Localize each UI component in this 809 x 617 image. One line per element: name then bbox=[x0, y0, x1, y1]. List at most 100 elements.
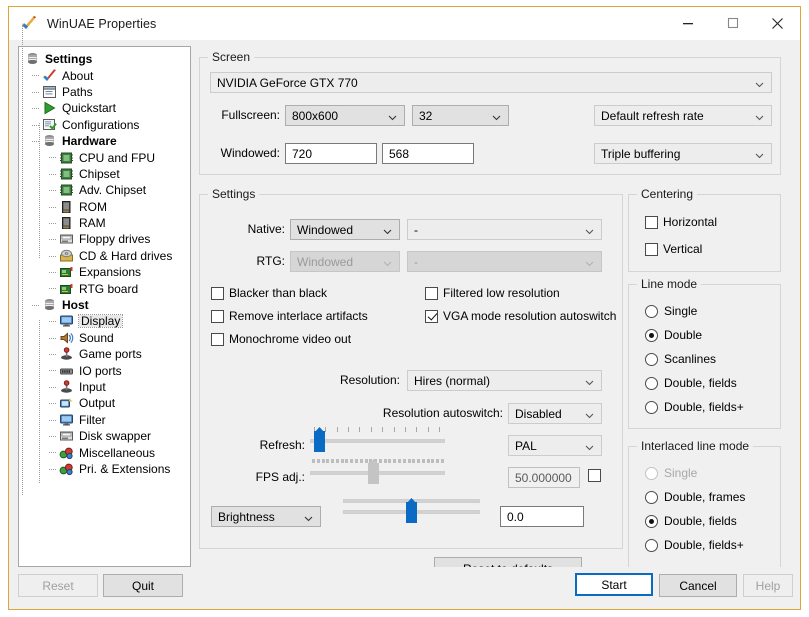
sidebar-item-game-ports[interactable]: Game ports bbox=[19, 346, 190, 362]
brightness-slider[interactable] bbox=[343, 498, 480, 526]
about-icon bbox=[42, 68, 57, 83]
refresh-rate-combo[interactable]: Default refresh rate bbox=[594, 105, 772, 126]
help-button[interactable]: Help bbox=[743, 574, 793, 597]
sidebar-item-display[interactable]: Display bbox=[19, 313, 190, 329]
windowed-width-input[interactable]: 720 bbox=[285, 143, 377, 164]
sidebar-item-ram[interactable]: RAM bbox=[19, 215, 190, 231]
radio-interlaced-double-frames[interactable]: Double, frames bbox=[645, 490, 745, 504]
sidebar-item-about[interactable]: About bbox=[19, 67, 190, 83]
pri-extensions-icon bbox=[59, 462, 74, 476]
brightness-control-combo[interactable]: Brightness bbox=[211, 506, 321, 527]
slider-thumb[interactable] bbox=[406, 502, 417, 523]
chevron-down-icon bbox=[383, 257, 392, 267]
quit-button[interactable]: Quit bbox=[103, 574, 183, 597]
slider-thumb[interactable] bbox=[368, 463, 379, 484]
input-icon bbox=[59, 380, 74, 394]
radio-label: Double, fields bbox=[664, 376, 737, 390]
buffering-combo[interactable]: Triple buffering bbox=[594, 143, 772, 164]
sidebar-item-rom[interactable]: ROM bbox=[19, 199, 190, 215]
reset-button[interactable]: Reset bbox=[18, 574, 98, 597]
sidebar-item-label: CD & Hard drives bbox=[79, 248, 173, 263]
fullscreen-depth-combo[interactable]: 32 bbox=[412, 105, 509, 126]
sidebar-item-label: Filter bbox=[79, 412, 106, 427]
sidebar-item-quickstart[interactable]: Quickstart bbox=[19, 100, 190, 116]
chevron-down-icon bbox=[585, 441, 594, 451]
native-mode-combo[interactable]: Windowed bbox=[290, 219, 400, 240]
windowed-height-input[interactable]: 568 bbox=[382, 143, 474, 164]
brightness-control-value: Brightness bbox=[218, 509, 275, 524]
radio-line-mode-single[interactable]: Single bbox=[645, 304, 697, 318]
fullscreen-resolution-combo[interactable]: 800x600 bbox=[285, 105, 405, 126]
native-extra-combo[interactable]: - bbox=[407, 219, 602, 240]
resolution-combo[interactable]: Hires (normal) bbox=[407, 370, 602, 391]
checkbox-filtered-low-resolution[interactable]: Filtered low resolution bbox=[425, 286, 560, 300]
sidebar-item-io-ports[interactable]: IO ports bbox=[19, 362, 190, 378]
hardware-icon bbox=[42, 134, 57, 148]
sidebar-item-hardware[interactable]: Hardware bbox=[19, 133, 190, 149]
checkbox-monochrome-video-out[interactable]: Monochrome video out bbox=[211, 332, 351, 346]
sidebar-item-miscellaneous[interactable]: Miscellaneous bbox=[19, 444, 190, 460]
configurations-icon bbox=[42, 118, 57, 132]
start-label: Start bbox=[601, 577, 627, 592]
start-button[interactable]: Start bbox=[575, 573, 653, 596]
sidebar-item-disk-swapper[interactable]: Disk swapper bbox=[19, 428, 190, 444]
radio-line-mode-double-fields-plus[interactable]: Double, fields+ bbox=[645, 400, 744, 414]
chevron-down-icon bbox=[388, 111, 397, 121]
rtg-label: RTG: bbox=[256, 254, 285, 268]
settings-tree[interactable]: Settings About Paths Quickstart Configuratio… bbox=[18, 25, 191, 567]
checkbox-blacker-than-black[interactable]: Blacker than black bbox=[211, 286, 327, 300]
checkbox-centering-vertical[interactable]: Vertical bbox=[645, 242, 702, 256]
resolution-autoswitch-combo[interactable]: Disabled bbox=[508, 403, 602, 424]
sidebar-item-output[interactable]: Output bbox=[19, 395, 190, 411]
rtg-extra-combo[interactable]: - bbox=[407, 251, 602, 272]
checkbox-remove-interlace-artifacts[interactable]: Remove interlace artifacts bbox=[211, 309, 368, 323]
checkbox-fps-adj-enable[interactable] bbox=[588, 469, 606, 482]
tree-guide bbox=[49, 452, 56, 454]
cancel-button[interactable]: Cancel bbox=[659, 574, 737, 597]
sidebar-item-adv-chipset[interactable]: Adv. Chipset bbox=[19, 182, 190, 198]
radio-interlaced-double-fields-plus[interactable]: Double, fields+ bbox=[645, 538, 744, 552]
refresh-slider[interactable] bbox=[310, 427, 445, 455]
checkbox-vga-mode-resolution-autoswitch[interactable]: VGA mode resolution autoswitch bbox=[425, 309, 616, 323]
radio-line-mode-double[interactable]: Double bbox=[645, 328, 702, 342]
rtg-board-icon bbox=[59, 282, 74, 296]
video-standard-combo[interactable]: PAL bbox=[508, 435, 602, 456]
radio-interlaced-double-fields[interactable]: Double, fields bbox=[645, 514, 737, 528]
filter-icon bbox=[59, 413, 74, 427]
fps-value-input[interactable]: 50.000000 bbox=[508, 467, 580, 488]
close-button[interactable] bbox=[755, 7, 800, 39]
display-icon bbox=[59, 314, 74, 328]
sidebar-item-host[interactable]: Host bbox=[19, 297, 190, 313]
radio-line-mode-double-fields[interactable]: Double, fields bbox=[645, 376, 737, 390]
chevron-down-icon bbox=[585, 225, 594, 235]
checkbox-centering-horizontal[interactable]: Horizontal bbox=[645, 215, 717, 229]
sidebar-item-settings[interactable]: Settings bbox=[19, 51, 190, 67]
sidebar-item-cpu-and-fpu[interactable]: CPU and FPU bbox=[19, 149, 190, 165]
sidebar-item-paths[interactable]: Paths bbox=[19, 84, 190, 100]
sidebar-item-expansions[interactable]: Expansions bbox=[19, 264, 190, 280]
minimize-button[interactable] bbox=[665, 7, 710, 39]
radio-interlaced-single[interactable]: Single bbox=[645, 466, 697, 480]
slider-thumb[interactable] bbox=[314, 431, 325, 452]
sidebar-item-sound[interactable]: Sound bbox=[19, 330, 190, 346]
sidebar-item-floppy-drives[interactable]: Floppy drives bbox=[19, 231, 190, 247]
brightness-value-input[interactable]: 0.0 bbox=[500, 506, 584, 527]
sidebar-item-chipset[interactable]: Chipset bbox=[19, 166, 190, 182]
windowed-height-value: 568 bbox=[389, 146, 410, 161]
sidebar-item-pri-extensions[interactable]: Pri. & Extensions bbox=[19, 461, 190, 477]
sidebar-item-rtg-board[interactable]: RTG board bbox=[19, 280, 190, 296]
reset-label: Reset bbox=[42, 578, 74, 593]
chipset-icon bbox=[59, 167, 74, 181]
sidebar-item-input[interactable]: Input bbox=[19, 379, 190, 395]
sidebar-item-label: Expansions bbox=[79, 265, 142, 280]
radio-line-mode-scanlines[interactable]: Scanlines bbox=[645, 352, 716, 366]
sidebar-item-cd-hard-drives[interactable]: CD & Hard drives bbox=[19, 248, 190, 264]
refresh-label: Refresh: bbox=[259, 438, 305, 452]
fps-adj-slider[interactable] bbox=[310, 459, 445, 487]
graphics-adapter-combo[interactable]: NVIDIA GeForce GTX 770 bbox=[210, 72, 772, 93]
tree-guide bbox=[32, 91, 39, 93]
sidebar-item-configurations[interactable]: Configurations bbox=[19, 117, 190, 133]
rtg-mode-combo[interactable]: Windowed bbox=[290, 251, 400, 272]
sidebar-item-filter[interactable]: Filter bbox=[19, 412, 190, 428]
maximize-button[interactable] bbox=[710, 7, 755, 39]
